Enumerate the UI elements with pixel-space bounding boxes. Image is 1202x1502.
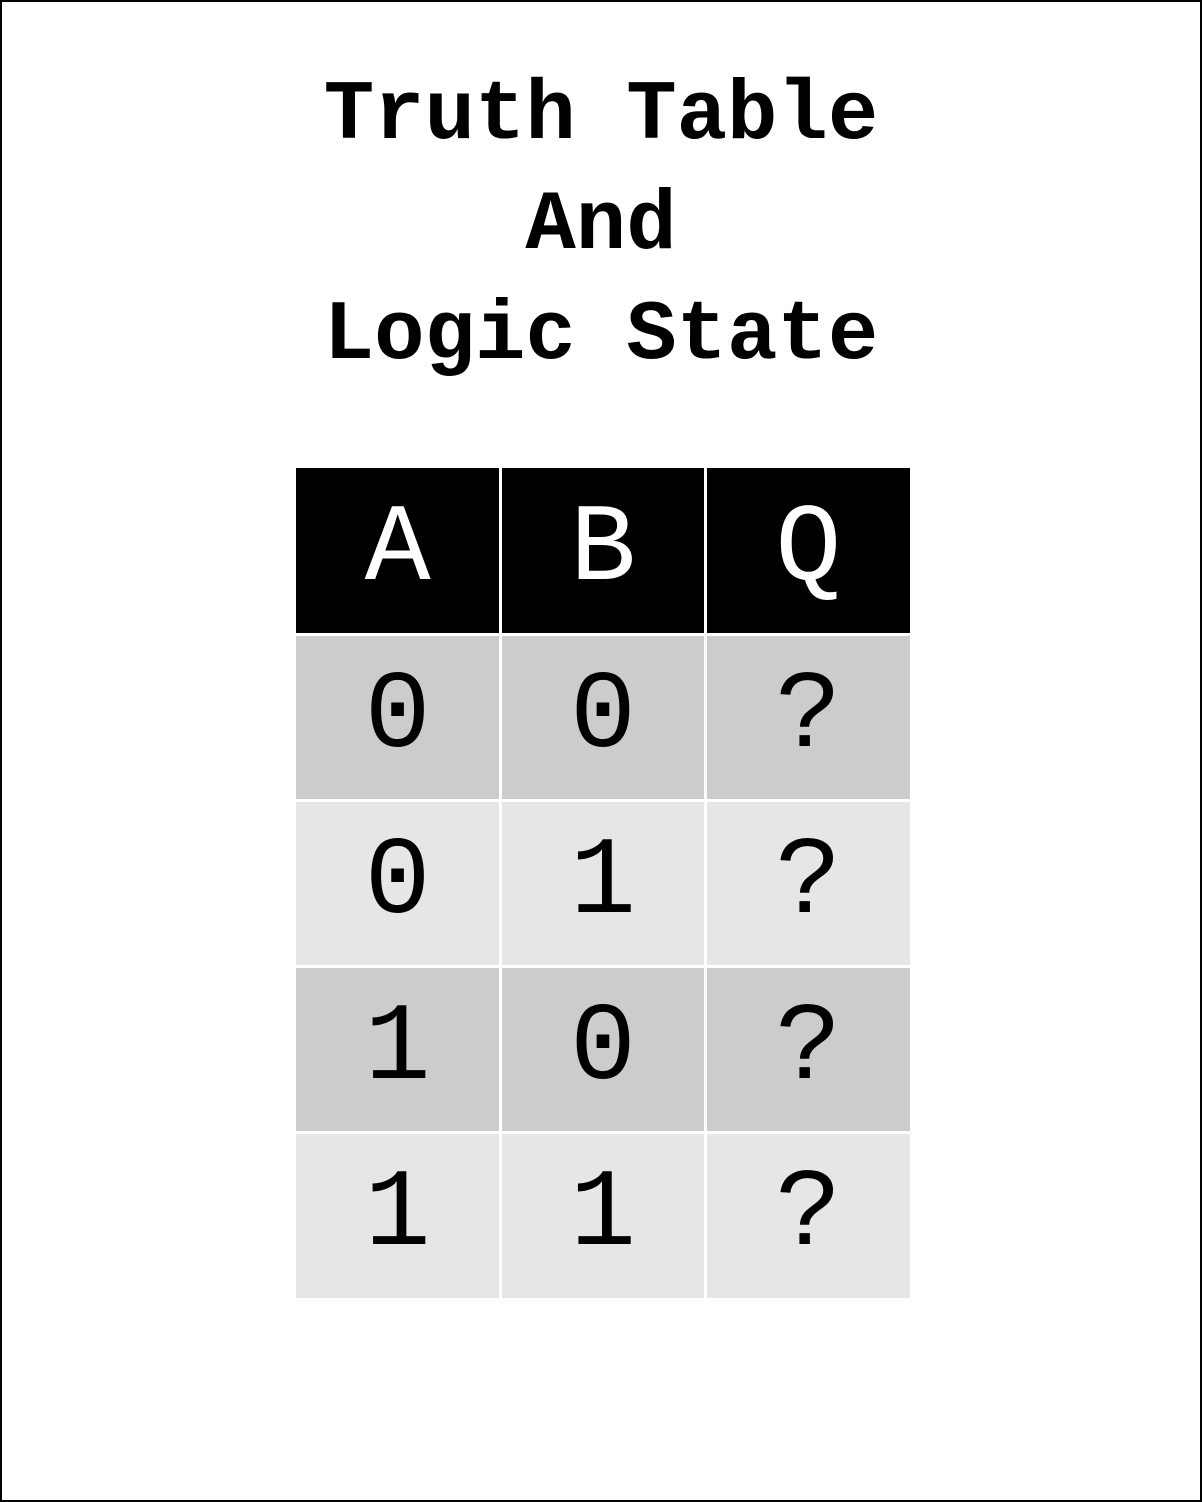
header-cell-b: B	[499, 468, 707, 636]
title-line-2: And	[525, 179, 677, 274]
page-title: Truth Table And Logic State	[2, 62, 1200, 392]
title-line-1: Truth Table	[323, 69, 879, 164]
cell-a: 1	[296, 964, 503, 1134]
header-cell-q: Q	[703, 468, 910, 636]
cell-a: 0	[296, 632, 503, 802]
header-cell-a: A	[296, 468, 503, 636]
cell-b: 1	[499, 1130, 707, 1298]
table-row: 1 1 ?	[296, 1130, 910, 1298]
title-line-3: Logic State	[323, 289, 879, 384]
cell-a: 1	[296, 1130, 503, 1298]
cell-a: 0	[296, 798, 503, 968]
worksheet-page: Truth Table And Logic State A B Q 0 0 ? …	[0, 0, 1202, 1502]
cell-q: ?	[703, 798, 910, 968]
truth-table: A B Q 0 0 ? 0 1 ? 1 0 ? 1 1 ?	[296, 468, 910, 1298]
cell-b: 0	[499, 632, 707, 802]
cell-b: 0	[499, 964, 707, 1134]
table-row: 0 1 ?	[296, 798, 910, 968]
cell-q: ?	[703, 1130, 910, 1298]
cell-q: ?	[703, 632, 910, 802]
table-row: 0 0 ?	[296, 632, 910, 802]
table-row: 1 0 ?	[296, 964, 910, 1134]
header-row: A B Q	[296, 468, 910, 636]
cell-b: 1	[499, 798, 707, 968]
cell-q: ?	[703, 964, 910, 1134]
